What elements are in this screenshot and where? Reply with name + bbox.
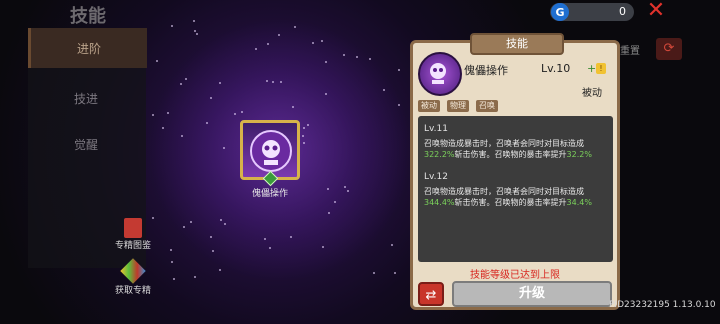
star [390, 243, 393, 246]
star [321, 246, 324, 249]
book-icon [124, 218, 142, 238]
cube-icon [120, 258, 146, 284]
puppet-skill-icon [250, 130, 292, 172]
level-title: Lv.12 [424, 172, 448, 182]
panel-header: 技能 [470, 33, 564, 55]
star [173, 277, 176, 280]
star [383, 88, 386, 91]
swap-skill-button[interactable]: ⇄ [418, 282, 444, 306]
max-level-notice: 技能等级已达到上限 [470, 270, 560, 281]
skill-node-label: 傀儡操作 [251, 189, 288, 199]
puppet-skill-icon [418, 52, 462, 96]
star [373, 271, 376, 274]
star [289, 235, 292, 238]
get-specialty-button[interactable]: 获取专精 [103, 258, 163, 296]
skill-name: 傀儡操作 [464, 64, 508, 77]
star [193, 29, 196, 32]
tag-physical: 物理 [447, 100, 469, 112]
level-description: 召唤物造成暴击时，召唤者会同时对目标造成 344.4%斩击伤害。召唤物的暴击率提… [424, 187, 592, 207]
tag-passive: 被动 [418, 100, 440, 112]
specialty-catalog-label: 专精图鉴 [114, 241, 151, 251]
gem-icon: G [551, 3, 569, 21]
star [189, 220, 192, 223]
star [209, 235, 212, 238]
close-button[interactable]: ✕ [645, 0, 667, 22]
version-text: PID23232195 1.13.0.10 [609, 300, 716, 310]
star [151, 113, 154, 116]
skill-level: Lv.10 [541, 62, 571, 75]
level-bonus-icon: ! [596, 63, 606, 74]
specialty-catalog-button[interactable]: 专精图鉴 [103, 218, 163, 251]
star [209, 96, 212, 99]
star [320, 39, 323, 42]
star [218, 81, 221, 84]
currency-value: 0 [619, 5, 626, 18]
tag-summon: 召唤 [476, 100, 498, 112]
level-description: 召唤物造成暴击时，召唤者会同时对目标造成 322.2%斩击伤害。召唤物的暴击率提… [424, 139, 592, 159]
star [212, 249, 215, 252]
star [324, 61, 327, 64]
star [268, 246, 271, 249]
skill-type: 被动 [582, 88, 602, 99]
star [195, 33, 198, 36]
star [355, 55, 358, 58]
tab-skill-up[interactable]: 技进 [28, 78, 144, 118]
reset-button[interactable]: ⟳ [656, 38, 682, 60]
page-title: 技能 [70, 6, 106, 27]
star [182, 226, 185, 229]
tab-advance[interactable]: 进阶 [28, 28, 147, 68]
upgrade-button[interactable]: 升级 [452, 281, 612, 307]
star [170, 260, 173, 263]
star [324, 93, 327, 95]
get-specialty-label: 获取专精 [114, 286, 151, 296]
tab-awaken[interactable]: 觉醒 [28, 124, 144, 164]
star [279, 81, 282, 84]
reset-label: 重置 [620, 46, 640, 57]
star [302, 141, 305, 144]
level-title: Lv.11 [424, 124, 448, 134]
star [222, 146, 225, 149]
